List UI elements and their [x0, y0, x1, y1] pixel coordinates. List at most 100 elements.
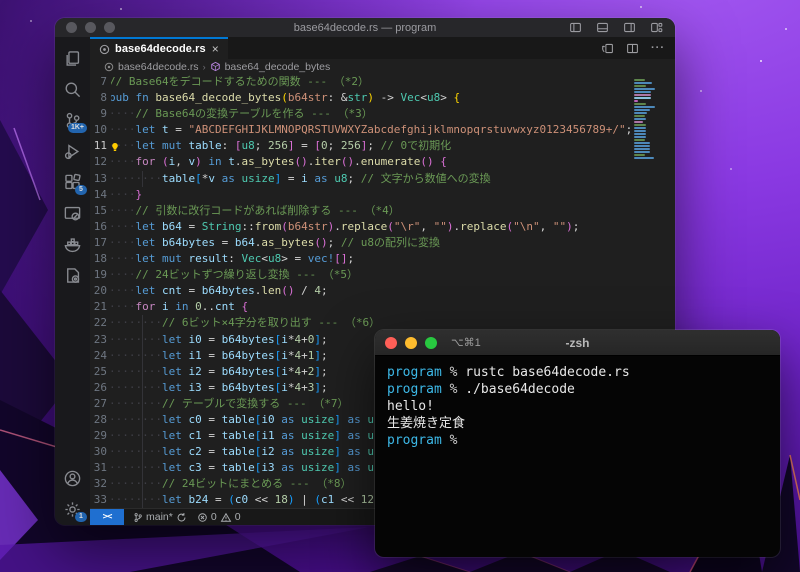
activity-docker-icon[interactable]: [55, 229, 90, 260]
minimap-line: [634, 85, 646, 87]
code-line[interactable]: ····let b64 = String::from(b64str).repla…: [111, 219, 631, 235]
toggle-primary-sidebar-icon[interactable]: [569, 21, 582, 34]
code-line[interactable]: // Base64をデコードするための関数 --- （*2）: [111, 74, 631, 90]
editor-actions: ···: [601, 37, 675, 59]
minimap-line: [634, 97, 652, 99]
activity-explorer-icon[interactable]: [55, 43, 90, 74]
code-line[interactable]: ····let t = "ABCDEFGHIJKLMNOPQRSTUVWXYZa…: [111, 122, 631, 138]
indent-guide: [142, 315, 144, 332]
activity-source-control-icon[interactable]: 1K+: [55, 105, 90, 136]
remote-indicator[interactable]: ><: [90, 509, 124, 525]
line-number: 13: [93, 171, 107, 185]
line-number: 7: [100, 75, 107, 88]
minimap-line: [634, 145, 650, 147]
zoom-window-button[interactable]: [425, 336, 437, 349]
source-control-badge: 1K+: [67, 122, 87, 133]
open-changes-icon[interactable]: [601, 42, 614, 55]
indent-guide: [142, 476, 144, 493]
indent-guide: [142, 395, 144, 412]
close-tab-icon[interactable]: ×: [211, 43, 220, 55]
minimap-line: [634, 136, 647, 138]
line-number: 17: [93, 235, 107, 249]
line-number: 26: [93, 380, 107, 394]
minimap-line: [634, 88, 655, 90]
line-number: 21: [93, 300, 107, 314]
close-window-button[interactable]: [385, 336, 397, 349]
code-line[interactable]: ····for (i, v) in t.as_bytes().iter().en…: [111, 154, 631, 170]
line-number: 27: [93, 396, 107, 410]
line-number: 33: [93, 493, 107, 507]
rust-file-icon: [104, 62, 114, 71]
split-editor-icon[interactable]: [626, 42, 639, 55]
activity-account-icon[interactable]: [55, 463, 90, 494]
line-number: 22: [93, 316, 107, 330]
activity-extensions-icon[interactable]: 5: [55, 167, 90, 198]
customize-layout-icon[interactable]: [650, 21, 663, 34]
terminal-line: hello!: [387, 399, 434, 414]
indent-guide: [142, 331, 144, 348]
minimap-line: [634, 148, 650, 150]
activity-settings-icon[interactable]: 1: [55, 494, 90, 525]
code-line[interactable]: ····// Base64の変換テーブルを作る --- （*3）: [111, 106, 631, 122]
branch-status[interactable]: main*: [128, 511, 192, 523]
breadcrumb: base64decode.rs › base64_decode_bytes: [90, 59, 675, 74]
line-number: 29: [93, 429, 107, 443]
breadcrumb-file[interactable]: base64decode.rs: [118, 61, 199, 73]
warning-count: 0: [234, 511, 241, 523]
terminal-window-controls: [375, 336, 437, 349]
terminal-titlebar: ⌥⌘1 -zsh: [375, 330, 780, 356]
terminal-line: program % ./base64decode: [387, 382, 575, 397]
problems-status[interactable]: 0 0: [192, 511, 246, 523]
code-line[interactable]: ····// 24ビットずつ繰り返し変換 --- （*5）: [111, 267, 631, 283]
toggle-panel-icon[interactable]: [596, 21, 609, 34]
line-number: 18: [93, 252, 107, 266]
code-line[interactable]: ····// 引数に改行コードがあれば削除する --- （*4）: [111, 203, 631, 219]
minimap-line: [634, 94, 652, 96]
line-number: 31: [93, 461, 107, 475]
code-line[interactable]: ········table[*v as usize] = i as u8; //…: [111, 170, 631, 187]
branch-name: main*: [146, 511, 173, 523]
rust-file-icon: [99, 44, 110, 54]
indent-guide: [142, 444, 144, 461]
activity-remote-explorer-icon[interactable]: [55, 198, 90, 229]
minimap-line: [634, 142, 650, 144]
settings-badge: 1: [75, 511, 87, 522]
minimize-window-button[interactable]: [405, 336, 417, 349]
activity-run-debug-icon[interactable]: [55, 136, 90, 167]
code-line[interactable]: pub fn base64_decode_bytes(b64str: &str)…: [111, 90, 631, 106]
code-line[interactable]: ····for i in 0..cnt {: [111, 299, 631, 315]
breadcrumb-symbol[interactable]: base64_decode_bytes: [225, 61, 331, 73]
code-line[interactable]: ····let mut table: [u8; 256] = [0; 256];…: [111, 138, 631, 154]
minimap-line: [634, 121, 643, 123]
minimap-line: [634, 106, 655, 108]
minimap-line: [634, 154, 646, 156]
line-number: 11: [93, 139, 107, 153]
indent-guide: [142, 492, 144, 508]
code-line[interactable]: ····let mut result: Vec<u8> = vec![];: [111, 251, 631, 267]
activity-search-icon[interactable]: [55, 74, 90, 105]
code-line[interactable]: ····}: [111, 187, 631, 203]
minimap-line: [634, 130, 647, 132]
tab-bar: base64decode.rs × ···: [90, 37, 675, 59]
minimap-line: [634, 139, 646, 141]
terminal-content[interactable]: program % rustc base64decode.rs program %…: [375, 356, 780, 557]
code-line[interactable]: ····let cnt = b64bytes.len() / 4;: [111, 283, 631, 299]
activity-file-settings-icon[interactable]: [55, 260, 90, 291]
toggle-secondary-sidebar-icon[interactable]: [623, 21, 636, 34]
line-number: 19: [93, 268, 107, 282]
warning-icon: [220, 512, 232, 522]
line-number: 16: [93, 219, 107, 233]
line-number: 24: [93, 348, 107, 362]
extensions-badge: 5: [75, 184, 87, 195]
line-number: 20: [93, 284, 107, 298]
minimap-line: [634, 151, 650, 153]
tab-base64decode-rs[interactable]: base64decode.rs ×: [90, 37, 228, 59]
terminal-shortcut-badge: ⌥⌘1: [451, 337, 481, 349]
minimap-line: [634, 133, 647, 135]
minimap-line: [634, 82, 652, 84]
code-line[interactable]: ····let b64bytes = b64.as_bytes(); // u8…: [111, 235, 631, 251]
breadcrumb-separator: ›: [202, 61, 206, 72]
minimap-line: [634, 79, 646, 81]
indent-guide: [142, 379, 144, 396]
more-actions-icon[interactable]: ···: [651, 42, 665, 54]
